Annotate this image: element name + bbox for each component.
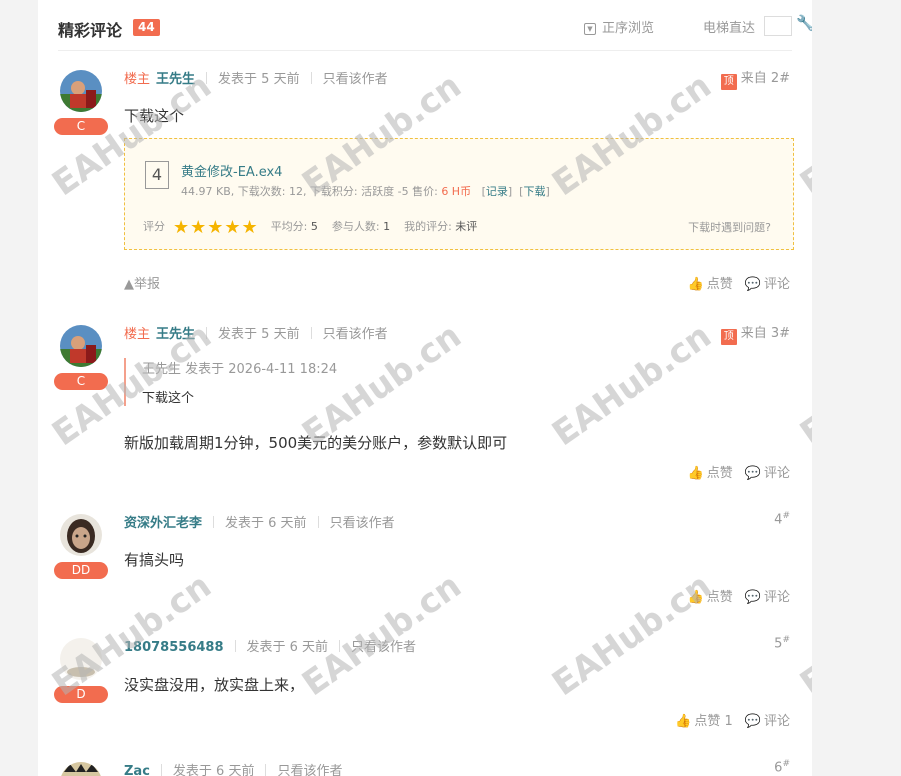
floor-number: 顶来自 2#: [720, 67, 790, 90]
post-time: 发表于 6 天前: [172, 764, 255, 776]
thumbs-up-icon: 👍: [687, 277, 704, 292]
watermark: EAHub.cn: [793, 565, 812, 705]
watermark: EAHub.cn: [793, 315, 812, 455]
comment-button[interactable]: 💬 评论: [745, 277, 790, 292]
pin-top-icon: 顶: [720, 74, 737, 90]
user-level-badge: C: [54, 118, 108, 135]
only-author-link[interactable]: 只看该作者: [330, 516, 395, 531]
report-icon: ▲: [124, 277, 134, 292]
star-icon[interactable]: ★★★★★: [173, 217, 259, 238]
file-icon: 4: [145, 161, 169, 189]
sort-order-link[interactable]: ▼ 正序浏览: [584, 17, 654, 36]
average-score: 5: [310, 220, 318, 233]
post-meta: 楼主 王先生 发表于 5 天前 只看该作者: [124, 323, 388, 342]
record-link[interactable]: 记录: [486, 185, 508, 198]
comment-icon: 💬: [744, 714, 761, 729]
quote-block: 王先生 发表于 2026-4-11 18:24 下载这个: [124, 358, 782, 406]
post-time: 发表于 6 天前: [246, 640, 329, 655]
post-time: 发表于 5 天前: [218, 327, 300, 342]
like-button[interactable]: 👍 点赞: [688, 466, 733, 481]
attachment-name[interactable]: 黄金修改-EA.ex4: [181, 161, 282, 180]
thumbs-up-icon: 👍: [675, 714, 692, 729]
post-meta: 18078556488 发表于 6 天前 只看该作者: [124, 636, 416, 655]
post-content: 有搞头吗: [124, 551, 185, 569]
post-time: 发表于 5 天前: [218, 72, 300, 87]
comments-panel: 精彩评论 44 ▼ 正序浏览 电梯直达 🔧 C 楼主 王先生 发表于 5 天前 只看该作…: [38, 0, 812, 776]
attachment-box: 4 黄金修改-EA.ex4 44.97 KB, 下载次数: 12, 下载积分: …: [124, 138, 794, 250]
post-time: 发表于 6 天前: [225, 516, 307, 531]
rating-row: 评分 ★★★★★ 平均分: 5 参与人数: 1 我的评分: 未评: [143, 217, 478, 238]
avatar[interactable]: [60, 514, 102, 556]
report-button[interactable]: ▲举报: [124, 273, 160, 292]
attachment-price: 6 H币: [441, 185, 472, 198]
post-meta: Zac 发表于 6 天前 只看该作者: [124, 760, 342, 776]
floor-number: 顶来自 3#: [720, 322, 790, 345]
floor-number: 4#: [774, 511, 790, 528]
comment-button[interactable]: 💬 评论: [745, 714, 790, 729]
comments-count-badge: 44: [133, 19, 160, 36]
op-badge: 楼主: [124, 327, 151, 342]
only-author-link[interactable]: 只看该作者: [323, 72, 388, 87]
op-badge: 楼主: [124, 72, 151, 87]
only-author-link[interactable]: 只看该作者: [323, 327, 388, 342]
post-actions: 👍 点赞 💬 评论: [676, 586, 790, 605]
author-name[interactable]: 王先生: [156, 72, 195, 87]
rating-label: 评分: [143, 220, 165, 233]
thumbs-up-icon: 👍: [687, 466, 704, 481]
user-level-badge: DD: [54, 562, 108, 579]
comment-icon: 💬: [744, 277, 761, 292]
comment-icon: 💬: [744, 466, 761, 481]
attachment-info: 44.97 KB, 下载次数: 12, 下载积分: 活跃度 -5 售价: 6 H…: [181, 185, 550, 198]
user-level-badge: C: [54, 373, 108, 390]
author-name[interactable]: 王先生: [156, 327, 195, 342]
like-button[interactable]: 👍 点赞: [688, 277, 733, 292]
comment-icon: 💬: [744, 590, 761, 605]
author-name[interactable]: 资深外汇老李: [124, 516, 202, 531]
post-meta: 楼主 王先生 发表于 5 天前 只看该作者: [124, 68, 388, 87]
post-content: 下载这个: [124, 107, 185, 125]
jump-to-floor-label: 电梯直达: [703, 21, 756, 36]
floor-number: 6#: [774, 759, 790, 776]
rater-count: 1: [383, 220, 391, 233]
like-button[interactable]: 👍 点赞 1: [675, 714, 733, 729]
post-actions: 👍 点赞 💬 评论: [676, 462, 790, 481]
pin-top-icon: 顶: [720, 329, 737, 345]
download-link[interactable]: 下载: [523, 185, 545, 198]
author-name[interactable]: 18078556488: [124, 640, 224, 655]
download-help-link[interactable]: 下载时遇到问题?: [688, 219, 771, 235]
jump-to-floor-input[interactable]: [764, 16, 792, 36]
post-content: 新版加载周期1分钟，500美元的美分账户，参数默认即可: [124, 434, 508, 452]
author-name[interactable]: Zac: [124, 764, 150, 776]
avatar[interactable]: [60, 325, 102, 367]
avatar[interactable]: [60, 762, 102, 776]
post-actions: 👍 点赞 💬 评论: [676, 273, 790, 292]
comment-button[interactable]: 💬 评论: [745, 466, 790, 481]
post-content: 没实盘没用，放实盘上来，: [124, 676, 305, 694]
watermark: EAHub.cn: [295, 565, 469, 705]
post-meta: 资深外汇老李 发表于 6 天前 只看该作者: [124, 512, 395, 531]
only-author-link[interactable]: 只看该作者: [351, 640, 416, 655]
comments-header: 精彩评论 44 ▼ 正序浏览 电梯直达 🔧: [58, 0, 812, 51]
sort-icon: ▼: [584, 23, 596, 35]
comment-button[interactable]: 💬 评论: [745, 590, 790, 605]
floor-number: 5#: [774, 635, 790, 652]
post-actions: 👍 点赞 1 💬 评论: [663, 710, 790, 729]
watermark: EAHub.cn: [793, 65, 812, 205]
quote-header: 王先生 发表于 2026-4-11 18:24: [142, 362, 338, 377]
my-score: 未评: [455, 220, 478, 233]
quote-body: 下载这个: [142, 391, 195, 406]
thumbs-up-icon: 👍: [687, 590, 704, 605]
avatar[interactable]: [60, 70, 102, 112]
avatar[interactable]: [60, 638, 102, 680]
like-button[interactable]: 👍 点赞: [688, 590, 733, 605]
wrench-icon[interactable]: 🔧: [796, 14, 812, 32]
only-author-link[interactable]: 只看该作者: [277, 764, 342, 776]
user-level-badge: D: [54, 686, 108, 703]
comments-title: 精彩评论: [58, 21, 123, 40]
